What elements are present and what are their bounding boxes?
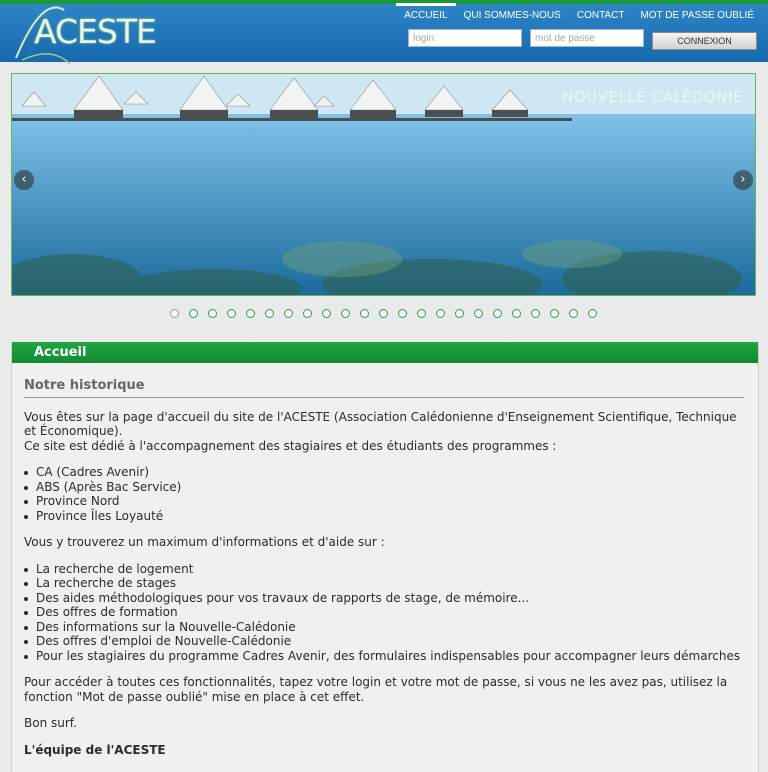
- list-item: Des offres de formation: [24, 605, 746, 620]
- list-item: ABS (Après Bac Service): [24, 480, 746, 495]
- panel-title: Accueil: [12, 342, 758, 363]
- slider-dot[interactable]: [455, 309, 464, 318]
- list-item: CA (Cadres Avenir): [24, 465, 746, 480]
- slider-dot[interactable]: [189, 309, 198, 318]
- nav-contact[interactable]: CONTACT: [569, 4, 633, 30]
- slider-dot[interactable]: [170, 309, 179, 318]
- slider-dot[interactable]: [322, 309, 331, 318]
- section-title: Notre historique: [24, 378, 744, 398]
- slider-dot[interactable]: [341, 309, 350, 318]
- site-header: ACESTE ACCUEIL QUI SOMMES-NOUS CONTACT M…: [0, 0, 768, 64]
- slider-dot[interactable]: [550, 309, 559, 318]
- slider-dot[interactable]: [588, 309, 597, 318]
- slider-dot[interactable]: [417, 309, 426, 318]
- slider-dot[interactable]: [531, 309, 540, 318]
- image-slider: NOUVELLE CALÉDONIE ‹ ›: [11, 73, 756, 296]
- slider-dot[interactable]: [284, 309, 293, 318]
- slider-dot[interactable]: [512, 309, 521, 318]
- list-item: La recherche de logement: [24, 562, 746, 577]
- slider-dot[interactable]: [436, 309, 445, 318]
- slider-dot[interactable]: [227, 309, 236, 318]
- bon-surf-text: Bon surf.: [24, 716, 77, 730]
- signature: L'équipe de l'ACESTE: [24, 742, 166, 757]
- programs-list: CA (Cadres Avenir) ABS (Après Bac Servic…: [24, 465, 746, 523]
- slider-dot[interactable]: [379, 309, 388, 318]
- list-item: Pour les stagiaires du programme Cadres …: [24, 649, 746, 664]
- access-text: Pour accéder à toutes ces fonctionnalité…: [24, 675, 728, 704]
- slider-dot[interactable]: [208, 309, 217, 318]
- slider-dot[interactable]: [474, 309, 483, 318]
- nav-qui-sommes-nous[interactable]: QUI SOMMES-NOUS: [456, 4, 569, 30]
- main-panel: Accueil Notre historique Vous êtes sur l…: [11, 342, 759, 772]
- intro-text: Vous êtes sur la page d'accueil du site …: [24, 409, 737, 439]
- slider-dot[interactable]: [265, 309, 274, 318]
- slider-dot[interactable]: [360, 309, 369, 318]
- slider-dot[interactable]: [569, 309, 578, 318]
- password-input[interactable]: [530, 29, 644, 47]
- list-item: Province Îles Loyauté: [24, 509, 746, 524]
- main-nav: ACCUEIL QUI SOMMES-NOUS CONTACT MOT DE P…: [396, 2, 762, 32]
- info-list: La recherche de logement La recherche de…: [24, 562, 746, 664]
- list-item: Des offres d'emploi de Nouvelle-Calédoni…: [24, 634, 746, 649]
- slider-next-icon[interactable]: ›: [733, 170, 753, 190]
- aceste-logo[interactable]: ACESTE: [12, 6, 157, 64]
- list-item: Des aides méthodologiques pour vos trava…: [24, 591, 746, 606]
- main-content: Notre historique Vous êtes sur la page d…: [12, 363, 758, 757]
- slider-dot[interactable]: [303, 309, 312, 318]
- list-item: Province Nord: [24, 494, 746, 509]
- intro-text-2: Ce site est dédié à l'accompagnement des…: [24, 438, 557, 453]
- info-intro-text: Vous y trouverez un maximum d'informatio…: [24, 535, 385, 549]
- slider-prev-icon[interactable]: ‹: [14, 170, 34, 190]
- login-input[interactable]: [408, 29, 522, 47]
- slide-caption: NOUVELLE CALÉDONIE: [562, 88, 743, 106]
- nav-mot-de-passe-oublie[interactable]: MOT DE PASSE OUBLIÉ: [632, 4, 762, 30]
- slider-pagination: [0, 309, 768, 321]
- list-item: Des informations sur la Nouvelle-Calédon…: [24, 620, 746, 635]
- list-item: La recherche de stages: [24, 576, 746, 591]
- slider-dot[interactable]: [246, 309, 255, 318]
- slider-dot[interactable]: [493, 309, 502, 318]
- lagoon-scene-image: [12, 74, 755, 295]
- slider-dot[interactable]: [398, 309, 407, 318]
- nav-accueil[interactable]: ACCUEIL: [396, 2, 456, 32]
- connexion-button[interactable]: CONNEXION: [652, 32, 757, 50]
- logo-text: ACESTE: [34, 12, 157, 51]
